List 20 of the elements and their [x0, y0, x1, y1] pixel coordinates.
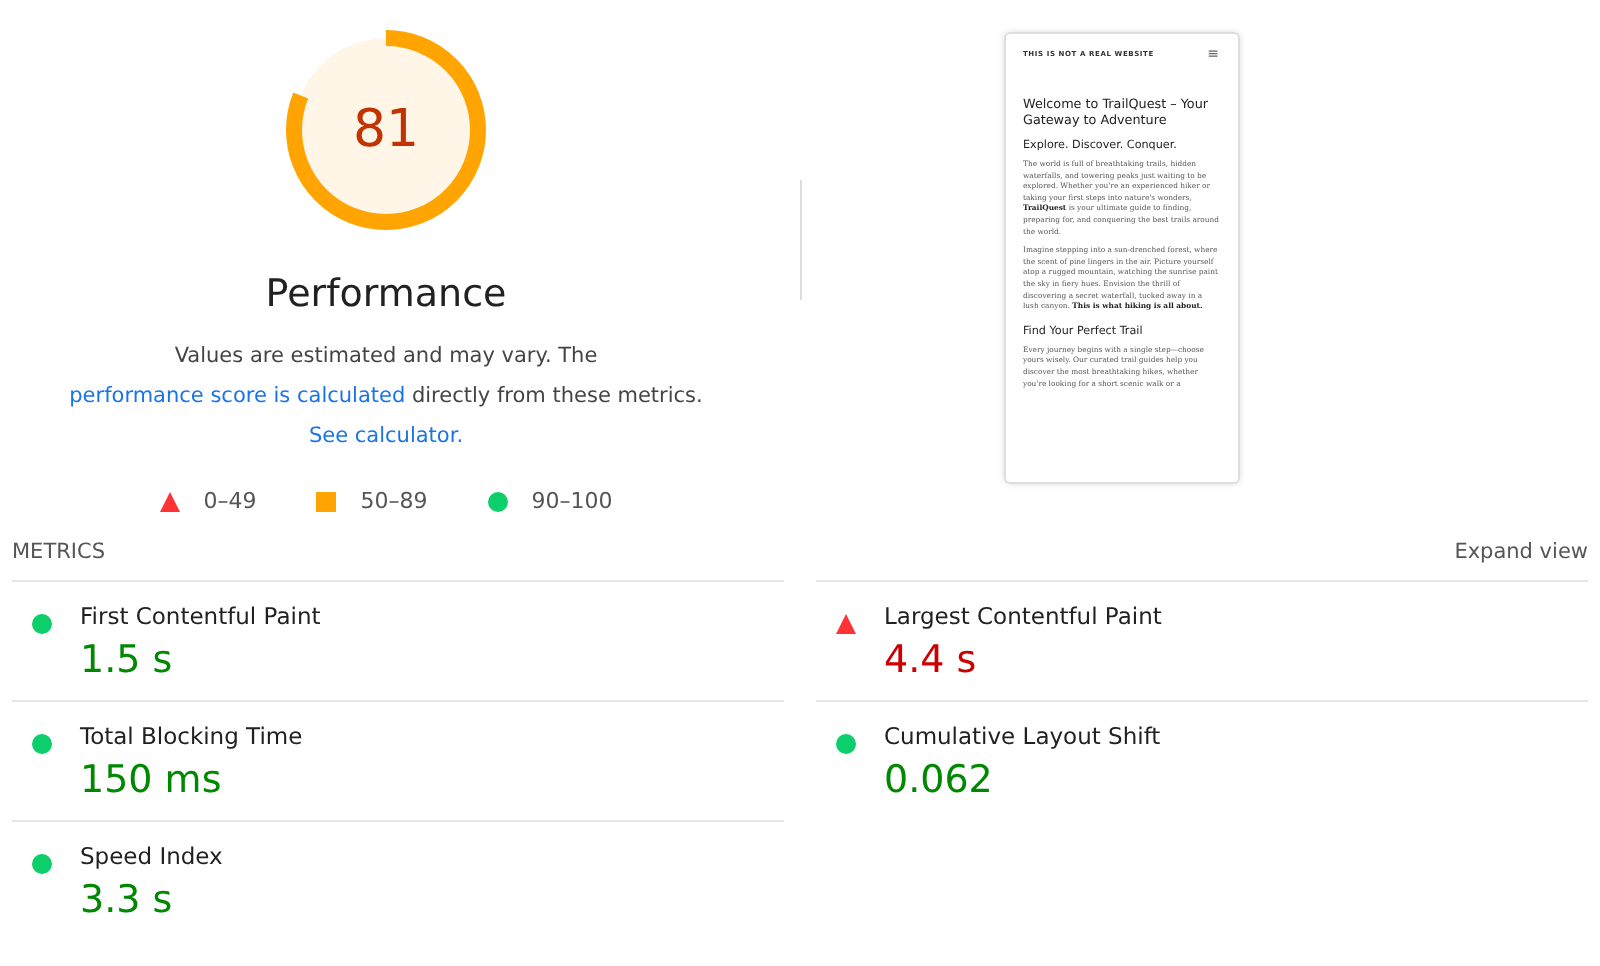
metric-value: 0.062	[884, 758, 995, 802]
metric-name: Largest Contentful Paint	[884, 602, 1164, 630]
expand-view-toggle[interactable]: Expand view	[1454, 540, 1588, 564]
metric-value: 4.4 s	[884, 638, 979, 682]
legend-range: 90–100	[531, 488, 613, 514]
metric-name: First Contentful Paint	[80, 602, 323, 630]
metric-name: Speed Index	[80, 842, 225, 870]
legend-range: 0–49	[203, 488, 257, 514]
legend-range: 50–89	[360, 488, 428, 514]
metrics-heading: METRICS	[12, 540, 105, 564]
metric-name: Total Blocking Time	[80, 722, 305, 750]
score-value: 81	[352, 100, 420, 160]
metric-value: 3.3 s	[80, 878, 175, 922]
metric-value: 1.5 s	[80, 638, 175, 682]
calculator-link[interactable]: See calculator.	[308, 424, 464, 448]
metric-name: Cumulative Layout Shift	[884, 722, 1163, 750]
metric-value: 150 ms	[80, 758, 224, 802]
score-link[interactable]: performance score is calculated	[69, 384, 406, 408]
description-text: Values are estimated and may vary. The performance score is calculated directly from these metrics. See calculator.	[67, 342, 705, 452]
category-title: Performance	[265, 272, 507, 316]
